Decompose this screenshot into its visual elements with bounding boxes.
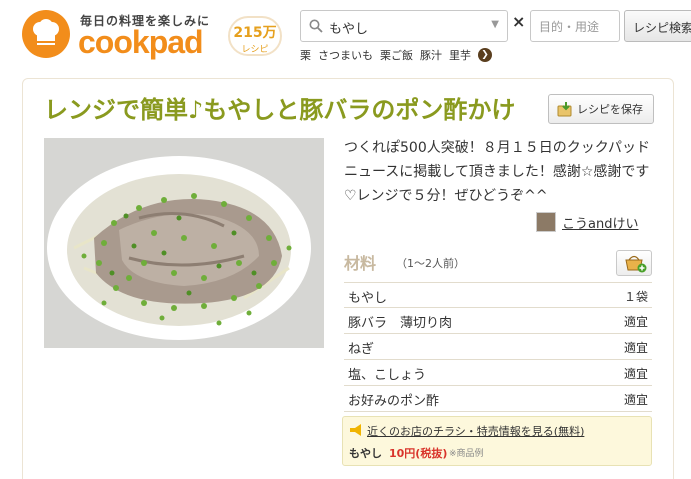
suggestion-link[interactable]: 豚汁: [420, 47, 442, 63]
ingredient-name: お好みのポン酢: [348, 394, 440, 409]
suggestion-link[interactable]: 栗ご飯: [380, 47, 413, 63]
site-header: 毎日の料理を楽しみに cookpad 215万 レシピ もやし ▼ × 目的・用…: [0, 0, 691, 78]
ingredient-quantity: 適宜: [623, 367, 648, 381]
flyer-item-name: もやし: [349, 447, 382, 460]
megaphone-icon: [350, 424, 361, 436]
suggestion-link[interactable]: 里芋: [449, 47, 471, 63]
ingredient-quantity: 適宜: [623, 341, 648, 355]
list-item: ねぎ 適宜: [344, 334, 652, 360]
add-to-basket-button[interactable]: [616, 250, 652, 276]
ingredient-quantity: １袋: [623, 290, 648, 304]
ingredient-quantity: 適宜: [623, 393, 648, 407]
save-folder-icon: [557, 102, 572, 117]
basket-icon: [625, 255, 647, 273]
recipe-photo[interactable]: [44, 138, 324, 348]
chevron-right-icon[interactable]: ❯: [478, 48, 492, 62]
list-item: もやし １袋: [344, 282, 652, 308]
ingredient-name: もやし: [348, 291, 388, 306]
recipe-photo-image: [44, 138, 324, 348]
recipe-count: 215万: [233, 25, 277, 41]
list-item: 豚バラ 薄切り肉 適宜: [344, 308, 652, 334]
suggestion-link[interactable]: 栗: [300, 47, 311, 63]
search-value: もやし: [329, 22, 369, 37]
search-icon: [309, 19, 323, 33]
save-recipe-label: レシピを保存: [577, 103, 643, 116]
flyer-item-price: 10円(税抜): [389, 447, 448, 460]
list-item: お好みのポン酢 適宜: [344, 386, 652, 412]
recipe-search-button[interactable]: レシピ検索: [624, 10, 691, 42]
recipe-title: レンジで簡単♪もやしと豚バラのポン酢かけ: [44, 96, 516, 124]
recipe-description: つくれぽ500人突破！８月１５日のクックパッドニュースに掲載して頂きました！感謝…: [344, 140, 651, 204]
flyer-note: ※商品例: [449, 449, 484, 459]
chef-hat-icon: [33, 19, 59, 45]
recipe-count-label: レシピ: [241, 45, 269, 55]
keyword-suggestions: 栗 さつまいも 栗ご飯 豚汁 里芋 ❯: [300, 47, 492, 63]
ingredient-name: ねぎ: [348, 342, 375, 357]
ingredient-list: もやし １袋 豚バラ 薄切り肉 適宜 ねぎ 適宜 塩、こしょう 適宜 お好みのポ…: [344, 282, 652, 412]
avatar: [536, 212, 556, 232]
chevron-down-icon[interactable]: ▼: [491, 19, 499, 30]
close-icon[interactable]: ×: [512, 12, 525, 31]
author-link[interactable]: こうandけい: [536, 212, 638, 232]
servings-label: （1〜2人前）: [396, 257, 465, 270]
author-name[interactable]: こうandけい: [562, 213, 638, 232]
flyer-promo-box: 近くのお店のチラシ・特売情報を見る(無料) もやし 10円(税抜) ※商品例: [342, 416, 652, 466]
search-input[interactable]: もやし ▼: [300, 10, 508, 42]
ingredient-name: 豚バラ 薄切り肉: [348, 316, 453, 331]
cookpad-logo[interactable]: [22, 10, 70, 58]
recipe-count-badge: 215万 レシピ: [228, 16, 282, 56]
ingredients-heading: 材料: [344, 254, 377, 273]
flyer-info-link[interactable]: 近くのお店のチラシ・特売情報を見る(無料): [367, 423, 584, 439]
logo-wordmark[interactable]: cookpad: [78, 24, 204, 61]
purpose-field[interactable]: 目的・用途: [530, 10, 620, 42]
save-recipe-button[interactable]: レシピを保存: [548, 94, 654, 124]
list-item: 塩、こしょう 適宜: [344, 360, 652, 386]
ingredient-name: 塩、こしょう: [348, 368, 427, 383]
suggestion-link[interactable]: さつまいも: [318, 47, 373, 63]
ingredient-quantity: 適宜: [623, 315, 648, 329]
